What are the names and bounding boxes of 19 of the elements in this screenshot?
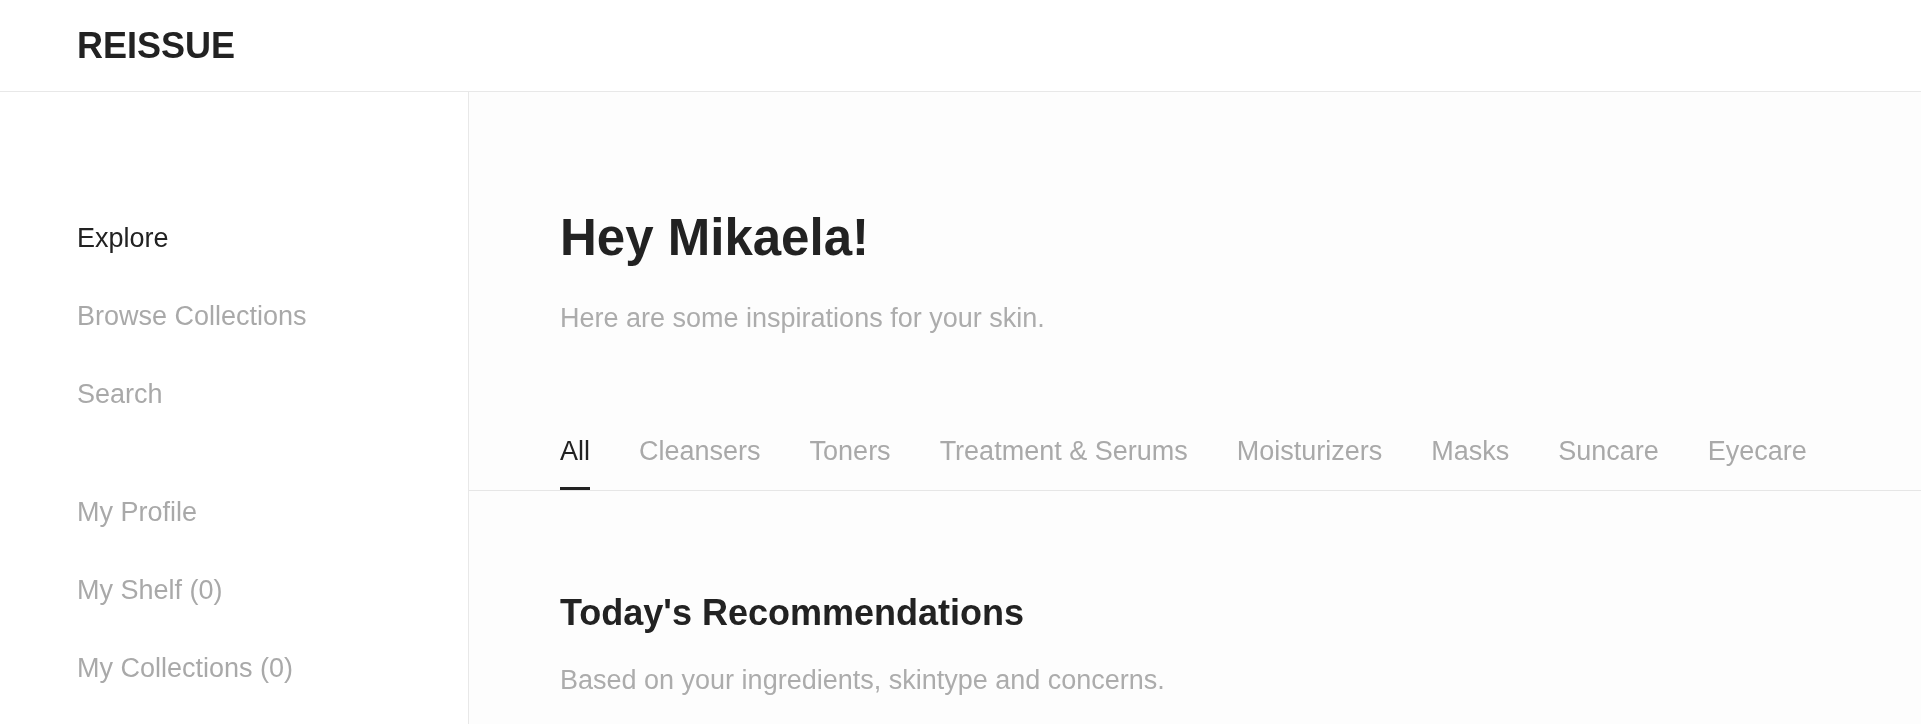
category-tab[interactable]: Masks xyxy=(1431,435,1510,490)
section-heading: Today's Recommendations xyxy=(560,592,1024,634)
category-tab[interactable]: Cleansers xyxy=(639,435,761,490)
sidebar-link[interactable]: My Shelf (0) xyxy=(77,574,223,606)
category-tab[interactable]: Toners xyxy=(809,435,891,490)
category-tab[interactable]: Eyecare xyxy=(1707,435,1807,490)
sidebar-link[interactable]: Explore xyxy=(77,222,169,254)
category-tab[interactable]: Moisturizers xyxy=(1236,435,1383,490)
greeting-heading: Hey Mikaela! xyxy=(560,208,869,268)
logo[interactable]: REISSUE xyxy=(77,23,236,68)
sidebar-link[interactable]: My Profile xyxy=(77,496,198,528)
category-tab[interactable]: All xyxy=(560,435,590,490)
sidebar-link[interactable]: My Collections (0) xyxy=(77,652,294,684)
category-tab[interactable]: Treatment & Serums xyxy=(939,435,1188,490)
category-tab[interactable]: Suncare xyxy=(1558,435,1659,490)
sidebar-link[interactable]: Browse Collections xyxy=(77,300,307,332)
section-subtitle: Based on your ingredients, skintype and concerns. xyxy=(560,664,1165,696)
sidebar-link[interactable]: Search xyxy=(77,378,163,410)
greeting-subtitle: Here are some inspirations for your skin. xyxy=(560,302,1045,334)
